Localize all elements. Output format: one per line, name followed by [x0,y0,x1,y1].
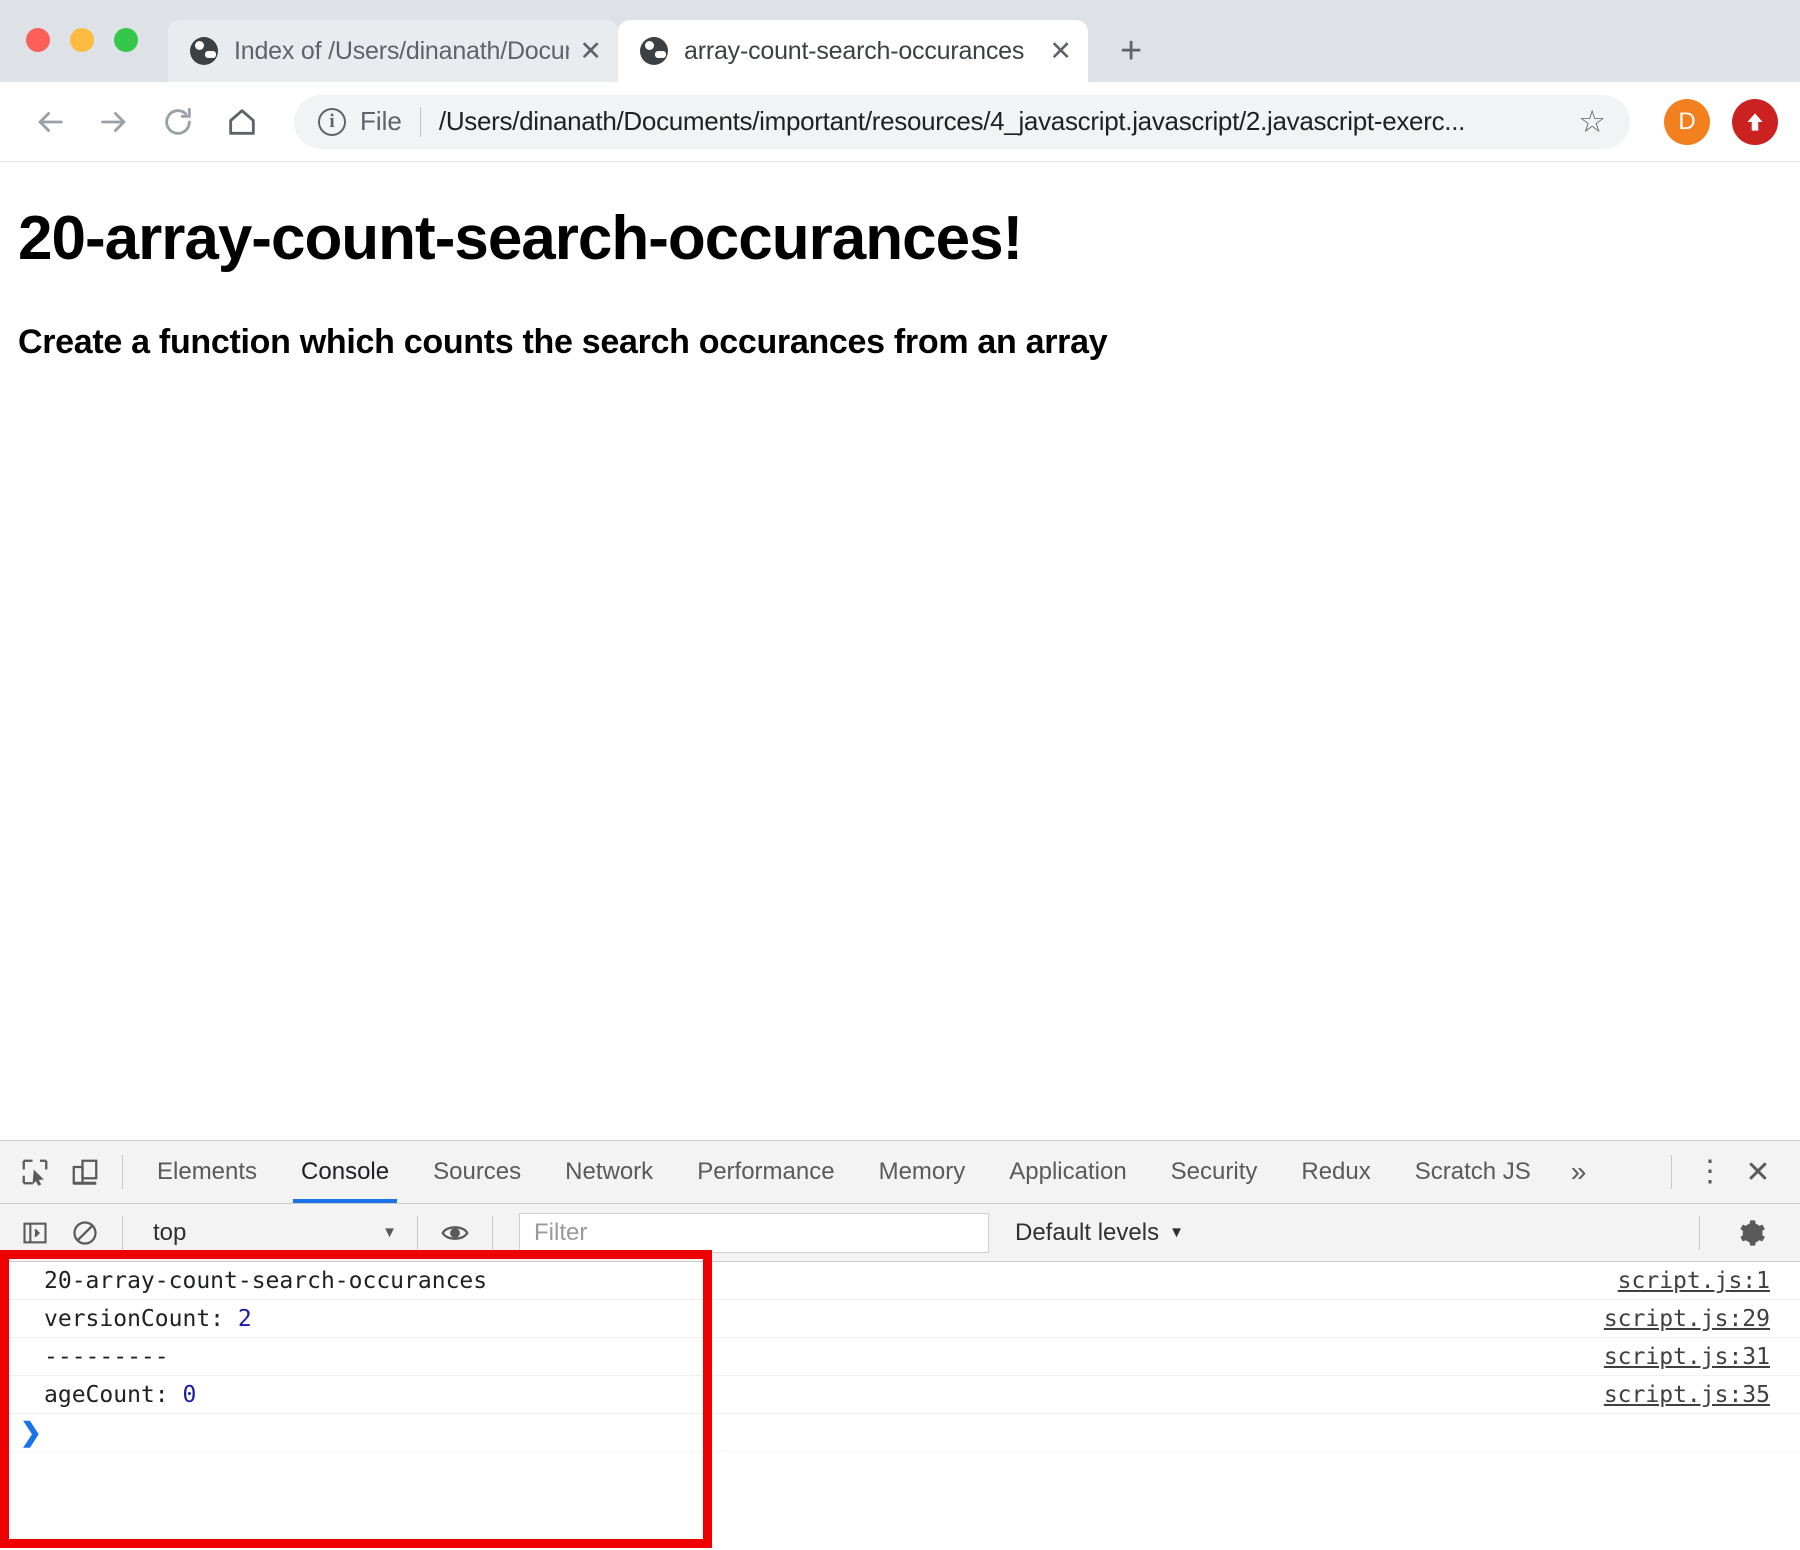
update-arrow-icon[interactable] [1732,98,1778,145]
tab-memory[interactable]: Memory [857,1141,988,1203]
browser-tab-1[interactable]: Index of /Users/dinanath/Docum ✕ [168,20,618,82]
chevron-down-icon: ▼ [1169,1224,1184,1241]
log-levels-select[interactable]: Default levels ▼ [1015,1219,1184,1247]
tab-security[interactable]: Security [1149,1141,1280,1203]
console-source-link[interactable]: script.js:29 [1604,1306,1770,1332]
divider [122,1155,123,1189]
console-source-link[interactable]: script.js:1 [1618,1268,1770,1294]
browser-toolbar: i File /Users/dinanath/Documents/importa… [0,82,1800,162]
kebab-menu-icon[interactable]: ⋮ [1690,1157,1730,1187]
live-expression-eye-icon[interactable] [430,1208,480,1258]
bookmark-star-icon[interactable]: ☆ [1578,104,1606,140]
console-message-row[interactable]: --------- script.js:31 [0,1338,1800,1376]
console-message-value: 0 [182,1381,197,1408]
execution-context-value: top [153,1218,187,1246]
console-message-value: 2 [237,1305,252,1332]
divider [1671,1155,1672,1189]
log-levels-label: Default levels [1015,1218,1160,1246]
divider [1699,1215,1700,1250]
arrow-right-icon[interactable] [86,94,142,150]
console-message-text: 20-array-count-search-occurances [44,1267,488,1294]
filter-input[interactable]: Filter [519,1212,989,1253]
page-info-icon[interactable]: i [318,107,346,136]
chevron-down-icon: ▼ [382,1224,397,1241]
tab-scratch-js[interactable]: Scratch JS [1393,1141,1553,1203]
divider [419,106,421,137]
tab-strip: Index of /Users/dinanath/Docum ✕ array-c… [0,0,1800,82]
close-icon[interactable]: ✕ [1736,1155,1780,1190]
home-icon[interactable] [214,94,270,150]
window-controls [26,28,138,52]
browser-tab-2[interactable]: array-count-search-occurances ✕ [618,20,1088,82]
arrow-left-icon[interactable] [22,94,78,150]
devtools-tabbar-actions: ⋮ ✕ [1659,1155,1790,1190]
devtools-panel: Elements Console Sources Network Perform… [0,1140,1800,1550]
tab-elements[interactable]: Elements [135,1141,279,1203]
tab-title: array-count-search-occurances [684,36,1025,65]
page-title: 20-array-count-search-occurances! [18,204,1023,273]
gear-icon[interactable] [1726,1208,1776,1258]
new-tab-button[interactable]: + [1120,32,1142,70]
console-output[interactable]: 20-array-count-search-occurances script.… [0,1262,1800,1550]
tab-sources[interactable]: Sources [411,1141,543,1203]
devtools-tabs: Elements Console Sources Network Perform… [135,1141,1604,1203]
console-message-text: --------- [44,1343,169,1370]
tab-network[interactable]: Network [543,1141,675,1203]
page-subtitle: Create a function which counts the searc… [18,323,1108,362]
console-toolbar: top ▼ Filter Default levels ▼ [0,1204,1800,1262]
tab-console[interactable]: Console [279,1141,411,1203]
console-message-row[interactable]: ageCount: 0 script.js:35 [0,1376,1800,1414]
url-scheme-label: File [360,106,402,136]
tab-performance[interactable]: Performance [675,1141,856,1203]
prompt-arrow-icon: ❯ [20,1417,42,1447]
clear-console-icon[interactable] [60,1208,110,1258]
window-close-button[interactable] [26,28,50,52]
console-message-text: versionCount: [44,1305,238,1332]
console-prompt[interactable]: ❯ [0,1414,1800,1452]
reload-icon[interactable] [150,94,206,150]
console-toolbar-right [1687,1208,1790,1258]
tab-title: Index of /Users/dinanath/Docum [234,36,570,65]
console-source-link[interactable]: script.js:35 [1604,1382,1770,1408]
window-zoom-button[interactable] [114,28,138,52]
close-icon[interactable]: ✕ [579,37,602,65]
devtools-tab-bar: Elements Console Sources Network Perform… [0,1141,1800,1204]
console-source-link[interactable]: script.js:31 [1604,1344,1770,1370]
device-toolbar-icon[interactable] [60,1147,110,1197]
tab-redux[interactable]: Redux [1279,1141,1392,1203]
avatar[interactable]: D [1664,98,1710,145]
address-bar[interactable]: i File /Users/dinanath/Documents/importa… [294,94,1630,149]
console-message-text: ageCount: [44,1381,183,1408]
tab-application[interactable]: Application [987,1141,1148,1203]
divider [417,1215,418,1250]
divider [492,1215,493,1250]
url-text: /Users/dinanath/Documents/important/reso… [438,106,1466,136]
browser-window: Index of /Users/dinanath/Docum ✕ array-c… [0,0,1800,1550]
more-tabs-icon[interactable]: » [1553,1156,1605,1188]
globe-icon [640,37,668,65]
close-icon[interactable]: ✕ [1049,37,1072,65]
tab-list: Index of /Users/dinanath/Docum ✕ array-c… [168,20,1142,82]
page-content: 20-array-count-search-occurances! Create… [0,162,1800,1140]
execution-context-select[interactable]: top ▼ [135,1219,405,1247]
globe-icon [190,37,218,65]
window-minimize-button[interactable] [70,28,94,52]
inspect-element-icon[interactable] [10,1147,60,1197]
console-message-row[interactable]: 20-array-count-search-occurances script.… [0,1262,1800,1300]
divider [122,1215,123,1250]
console-message-row[interactable]: versionCount: 2 script.js:29 [0,1300,1800,1338]
console-sidebar-icon[interactable] [10,1208,60,1258]
